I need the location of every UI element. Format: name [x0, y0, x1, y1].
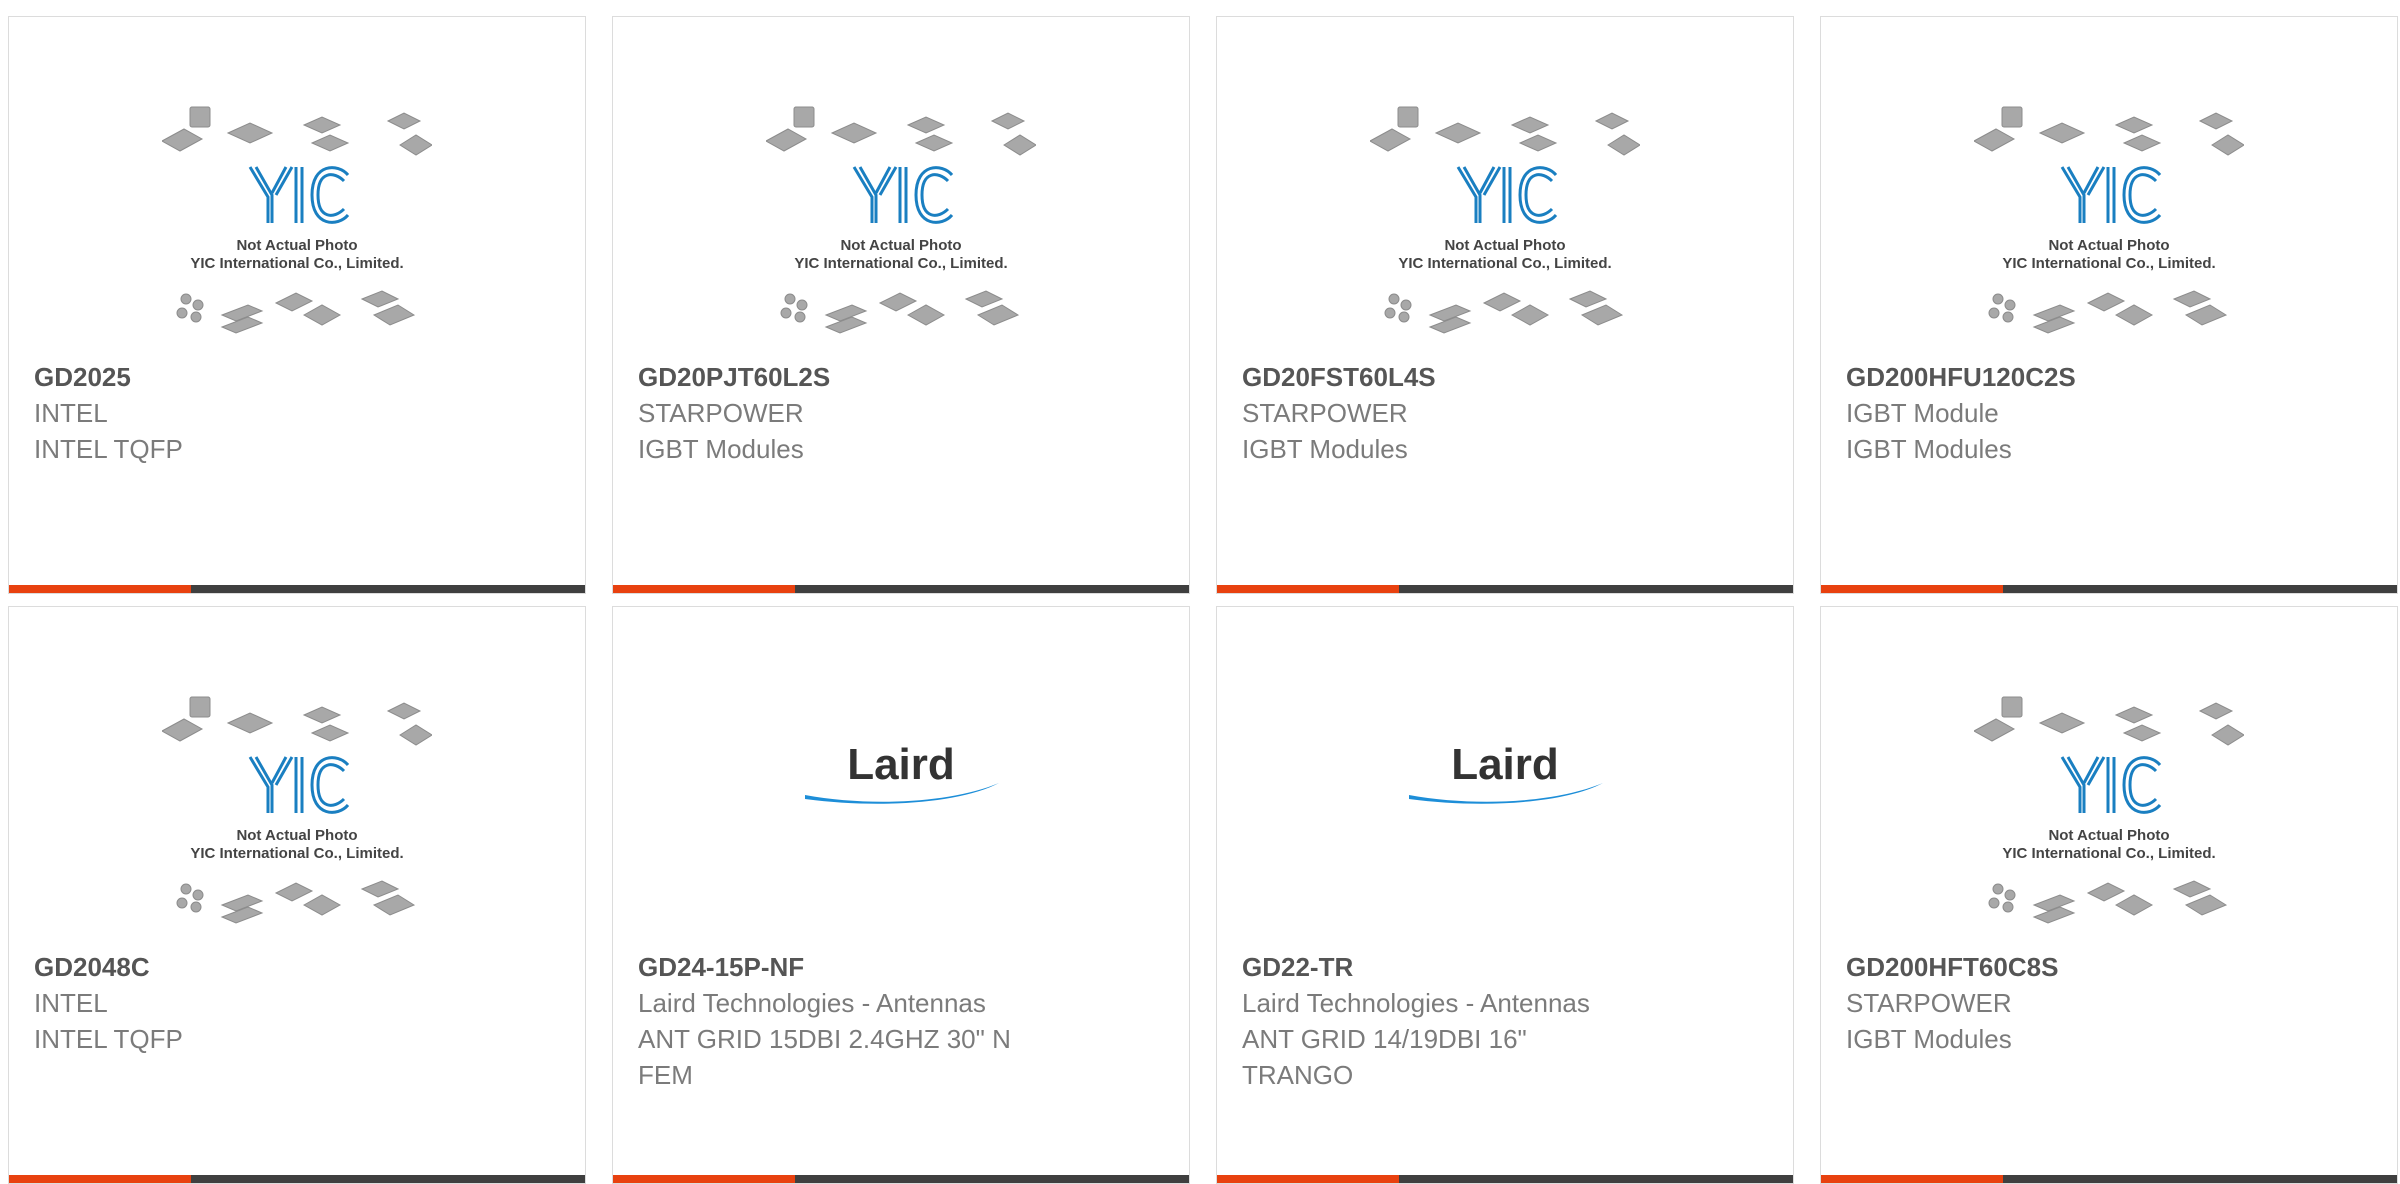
product-placeholder-image: Not Actual Photo YIC International Co., … — [1974, 106, 2244, 334]
placeholder-caption-2: YIC International Co., Limited. — [190, 255, 403, 272]
description-label-continued: FEM — [638, 1060, 693, 1090]
card-accent-bar — [1821, 1175, 2397, 1183]
manufacturer-label: Laird Technologies - Antennas — [1242, 988, 1590, 1018]
product-placeholder-image: Not Actual Photo YIC International Co., … — [162, 696, 432, 924]
product-info: GD2048C INTEL INTEL TQFP — [34, 949, 560, 1057]
card-accent-segment — [1217, 1175, 1399, 1183]
placeholder-caption-1: Not Actual Photo — [840, 237, 961, 254]
card-accent-bar — [613, 585, 1189, 593]
placeholder-caption-2: YIC International Co., Limited. — [2002, 255, 2215, 272]
card-accent-segment — [1821, 585, 2003, 593]
product-thumbnail[interactable]: Not Actual Photo YIC International Co., … — [9, 17, 585, 357]
product-placeholder-image: Not Actual Photo YIC International Co., … — [1974, 696, 2244, 924]
product-card[interactable]: Not Actual Photo YIC International Co., … — [1820, 606, 2398, 1184]
product-placeholder-image: Not Actual Photo YIC International Co., … — [1370, 106, 1640, 334]
product-info: GD22-TR Laird Technologies - Antennas ANT … — [1242, 949, 1768, 1093]
product-card[interactable]: Not Actual Photo YIC International Co., … — [8, 606, 586, 1184]
description-label: IGBT Modules — [638, 434, 804, 464]
part-number-link[interactable]: GD24-15P-NF — [638, 949, 1164, 985]
placeholder-caption-1: Not Actual Photo — [2048, 237, 2169, 254]
product-info: GD200HFU120C2S IGBT Module IGBT Modules — [1846, 359, 2372, 467]
laird-logo-image: Laird — [805, 740, 999, 804]
card-accent-segment — [1217, 585, 1399, 593]
description-label: IGBT Modules — [1846, 1024, 2012, 1054]
card-accent-segment — [9, 585, 191, 593]
product-thumbnail[interactable]: Laird — [1217, 607, 1793, 947]
product-thumbnail[interactable]: Not Actual Photo YIC International Co., … — [9, 607, 585, 947]
product-card[interactable]: Not Actual Photo YIC International Co., … — [8, 16, 586, 594]
product-info: GD24-15P-NF Laird Technologies - Antennas… — [638, 949, 1164, 1093]
product-card[interactable]: Laird GD24-15P-NF Laird Technologies - An… — [612, 606, 1190, 1184]
manufacturer-label: Laird Technologies - Antennas — [638, 988, 986, 1018]
svg-text:Laird: Laird — [1451, 740, 1559, 789]
card-accent-bar — [613, 1175, 1189, 1183]
description-label-continued: TRANGO — [1242, 1060, 1354, 1090]
card-accent-bar — [9, 1175, 585, 1183]
laird-logo-image: Laird — [1409, 740, 1603, 804]
part-number-link[interactable]: GD22-TR — [1242, 949, 1768, 985]
description-label: INTEL TQFP — [34, 434, 183, 464]
product-thumbnail[interactable]: Not Actual Photo YIC International Co., … — [1821, 17, 2397, 357]
part-number-link[interactable]: GD2048C — [34, 949, 560, 985]
part-number-link[interactable]: GD20FST60L4S — [1242, 359, 1768, 395]
product-info: GD20PJT60L2S STARPOWER IGBT Modules — [638, 359, 1164, 467]
manufacturer-label: STARPOWER — [638, 398, 804, 428]
product-placeholder-image: Not Actual Photo YIC International Co., … — [162, 106, 432, 334]
manufacturer-label: STARPOWER — [1242, 398, 1408, 428]
manufacturer-label: INTEL — [34, 988, 108, 1018]
part-number-link[interactable]: GD200HFT60C8S — [1846, 949, 2372, 985]
placeholder-caption-2: YIC International Co., Limited. — [1398, 255, 1611, 272]
card-accent-bar — [9, 585, 585, 593]
part-number-link[interactable]: GD2025 — [34, 359, 560, 395]
manufacturer-label: IGBT Module — [1846, 398, 1999, 428]
card-accent-bar — [1217, 585, 1793, 593]
manufacturer-label: INTEL — [34, 398, 108, 428]
product-thumbnail[interactable]: Not Actual Photo YIC International Co., … — [1821, 607, 2397, 947]
card-accent-segment — [613, 585, 795, 593]
manufacturer-label: STARPOWER — [1846, 988, 2012, 1018]
placeholder-caption-1: Not Actual Photo — [1444, 237, 1565, 254]
product-card[interactable]: Not Actual Photo YIC International Co., … — [1820, 16, 2398, 594]
placeholder-caption-1: Not Actual Photo — [236, 827, 357, 844]
placeholder-caption-2: YIC International Co., Limited. — [2002, 845, 2215, 862]
placeholder-caption-1: Not Actual Photo — [236, 237, 357, 254]
product-info: GD2025 INTEL INTEL TQFP — [34, 359, 560, 467]
product-thumbnail[interactable]: Laird — [613, 607, 1189, 947]
product-thumbnail[interactable]: Not Actual Photo YIC International Co., … — [1217, 17, 1793, 357]
product-info: GD20FST60L4S STARPOWER IGBT Modules — [1242, 359, 1768, 467]
card-accent-bar — [1217, 1175, 1793, 1183]
product-card[interactable]: Laird GD22-TR Laird Technologies - Antenn… — [1216, 606, 1794, 1184]
description-label: ANT GRID 14/19DBI 16" — [1242, 1024, 1527, 1054]
card-accent-segment — [9, 1175, 191, 1183]
part-number-link[interactable]: GD200HFU120C2S — [1846, 359, 2372, 395]
placeholder-caption-2: YIC International Co., Limited. — [794, 255, 1007, 272]
product-placeholder-image: Not Actual Photo YIC International Co., … — [766, 106, 1036, 334]
card-accent-segment — [1821, 1175, 2003, 1183]
placeholder-caption-2: YIC International Co., Limited. — [190, 845, 403, 862]
product-card[interactable]: Not Actual Photo YIC International Co., … — [612, 16, 1190, 594]
description-label: IGBT Modules — [1242, 434, 1408, 464]
svg-text:Laird: Laird — [847, 740, 955, 789]
description-label: INTEL TQFP — [34, 1024, 183, 1054]
card-accent-segment — [613, 1175, 795, 1183]
part-number-link[interactable]: GD20PJT60L2S — [638, 359, 1164, 395]
product-card[interactable]: Not Actual Photo YIC International Co., … — [1216, 16, 1794, 594]
product-info: GD200HFT60C8S STARPOWER IGBT Modules — [1846, 949, 2372, 1057]
placeholder-caption-1: Not Actual Photo — [2048, 827, 2169, 844]
product-thumbnail[interactable]: Not Actual Photo YIC International Co., … — [613, 17, 1189, 357]
description-label: IGBT Modules — [1846, 434, 2012, 464]
description-label: ANT GRID 15DBI 2.4GHZ 30" N — [638, 1024, 1011, 1054]
card-accent-bar — [1821, 585, 2397, 593]
